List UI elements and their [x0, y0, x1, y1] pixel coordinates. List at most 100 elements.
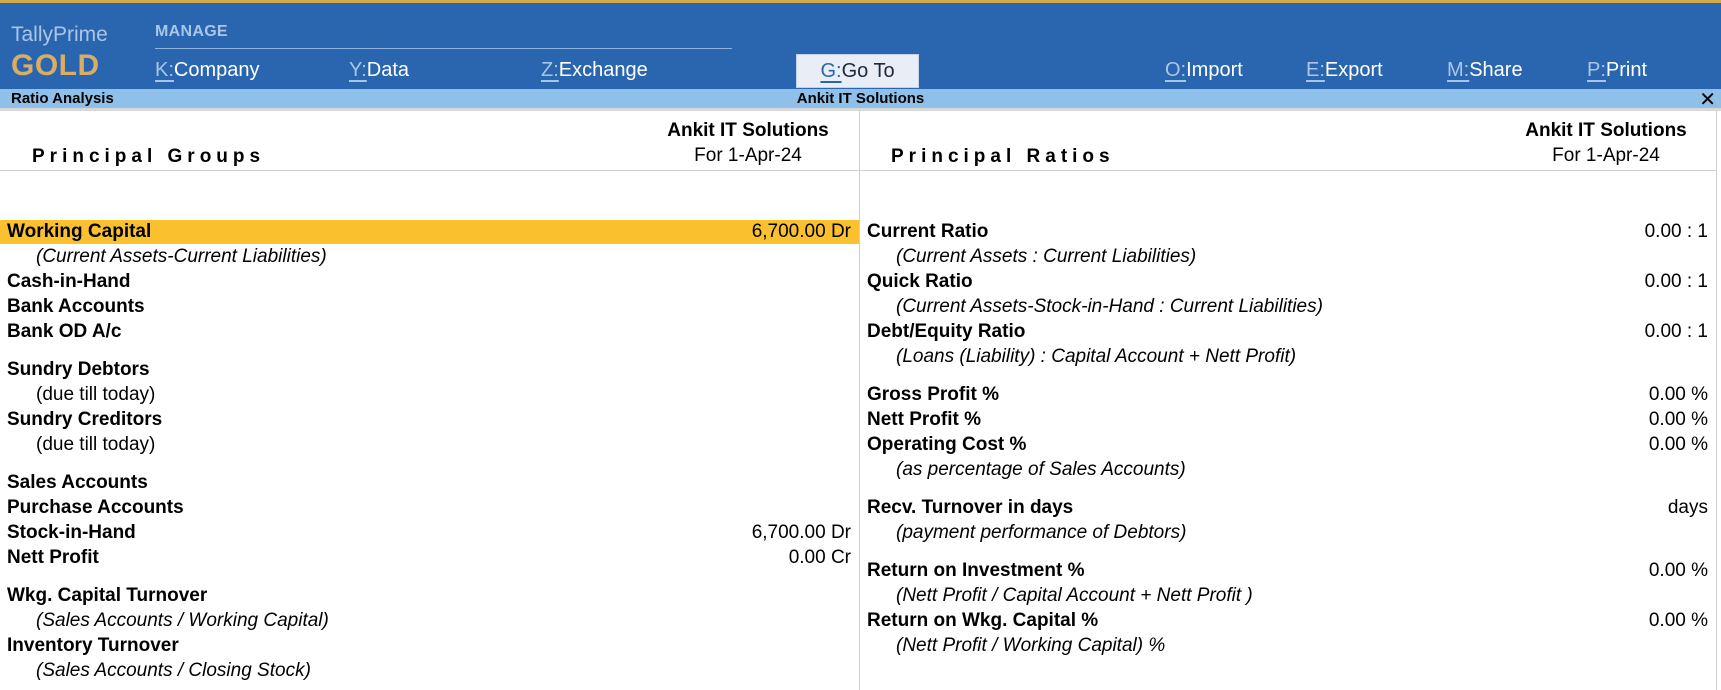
right-border: [1716, 111, 1717, 690]
row-label: Working Capital: [7, 221, 152, 242]
menu-export[interactable]: E:Export: [1306, 59, 1383, 82]
row-label: (Sales Accounts / Closing Stock): [36, 660, 311, 681]
row-return-on-investment[interactable]: Return on Investment % 0.00 %: [860, 559, 1716, 583]
row-label: Current Ratio: [867, 221, 989, 242]
row-bank-od[interactable]: Bank OD A/c: [0, 320, 859, 344]
row-value: 6,700.00 Dr: [751, 522, 851, 543]
product-edition: GOLD: [11, 49, 100, 82]
row-creditors-note: (due till today): [0, 433, 859, 457]
product-name: TallyPrime: [11, 23, 108, 46]
manage-section-label: MANAGE: [155, 23, 228, 40]
row-label: Wkg. Capital Turnover: [7, 585, 208, 606]
row-quick-ratio-formula: (Current Assets-Stock-in-Hand : Current …: [860, 295, 1716, 319]
goto-key: G:: [820, 60, 842, 82]
row-label: (due till today): [36, 384, 156, 405]
menu-share-label: Share: [1469, 59, 1523, 81]
menu-import[interactable]: O:Import: [1165, 59, 1243, 82]
row-label: Inventory Turnover: [7, 635, 179, 656]
row-label: (as percentage of Sales Accounts): [896, 459, 1186, 480]
row-label: Return on Investment %: [867, 560, 1085, 581]
row-label: Gross Profit %: [867, 384, 999, 405]
row-value: 0.00 %: [1648, 384, 1708, 405]
header-bottom-rule: [0, 170, 1716, 171]
row-value: 0.00 : 1: [1644, 271, 1708, 292]
row-label: (Sales Accounts / Working Capital): [36, 610, 329, 631]
row-wkg-capital-turnover[interactable]: Wkg. Capital Turnover: [0, 584, 859, 608]
row-value: 0.00 %: [1648, 610, 1708, 631]
left-panel-period: For 1-Apr-24: [694, 145, 802, 166]
menu-company-key: K:: [155, 59, 174, 81]
menu-export-label: Export: [1324, 59, 1383, 81]
row-label: Recv. Turnover in days: [867, 497, 1074, 518]
row-inventory-turnover[interactable]: Inventory Turnover: [0, 634, 859, 658]
row-label: Quick Ratio: [867, 271, 973, 292]
menu-exchange[interactable]: Z:Exchange: [541, 59, 648, 82]
menu-company-label: Company: [173, 59, 260, 81]
row-sundry-creditors[interactable]: Sundry Creditors: [0, 408, 859, 432]
row-sundry-debtors[interactable]: Sundry Debtors: [0, 358, 859, 382]
row-working-capital[interactable]: Working Capital 6,700.00 Dr: [0, 220, 859, 244]
row-purchase-accounts[interactable]: Purchase Accounts: [0, 496, 859, 520]
menu-import-key: O:: [1165, 59, 1187, 81]
row-value: 0.00 %: [1648, 409, 1708, 430]
row-current-ratio[interactable]: Current Ratio 0.00 : 1: [860, 220, 1716, 244]
row-recv-turnover[interactable]: Recv. Turnover in days days: [860, 496, 1716, 520]
row-operating-cost[interactable]: Operating Cost % 0.00 %: [860, 433, 1716, 457]
row-bank-accounts[interactable]: Bank Accounts: [0, 295, 859, 319]
report-title-bar: Ankit IT Solutions Ratio Analysis ✕: [0, 89, 1721, 111]
row-label: (Nett Profit / Working Capital) %: [896, 635, 1166, 656]
row-label: (payment performance of Debtors): [896, 522, 1187, 543]
row-value: 0.00 %: [1648, 434, 1708, 455]
row-label: Sundry Creditors: [7, 409, 163, 430]
row-label: (Current Assets-Stock-in-Hand : Current …: [896, 296, 1323, 317]
row-rowc-formula: (Nett Profit / Working Capital) %: [860, 634, 1716, 658]
row-wkg-capital-formula: (Sales Accounts / Working Capital): [0, 609, 859, 633]
row-value: 0.00 : 1: [1644, 321, 1708, 342]
menu-share[interactable]: M:Share: [1447, 59, 1523, 82]
row-debt-equity-ratio[interactable]: Debt/Equity Ratio 0.00 : 1: [860, 320, 1716, 344]
row-label: Sales Accounts: [7, 472, 148, 493]
menu-data[interactable]: Y:Data: [349, 59, 409, 82]
left-panel-company: Ankit IT Solutions: [667, 120, 829, 141]
row-gross-profit[interactable]: Gross Profit % 0.00 %: [860, 383, 1716, 407]
row-return-on-wkg-capital[interactable]: Return on Wkg. Capital % 0.00 %: [860, 609, 1716, 633]
menu-print[interactable]: P:Print: [1587, 59, 1647, 82]
manage-divider: [155, 48, 732, 49]
row-roi-formula: (Nett Profit / Capital Account + Nett Pr…: [860, 584, 1716, 608]
menu-import-label: Import: [1186, 59, 1243, 81]
row-working-capital-formula: (Current Assets-Current Liabilities): [0, 245, 859, 269]
menu-data-label: Data: [366, 59, 410, 81]
left-panel-title: Principal Groups: [32, 146, 266, 167]
row-inventory-formula: (Sales Accounts / Closing Stock): [0, 659, 859, 683]
report-title: Ratio Analysis: [11, 90, 114, 107]
row-label: (Current Assets : Current Liabilities): [896, 246, 1197, 267]
row-label: Operating Cost %: [867, 434, 1027, 455]
right-panel-company: Ankit IT Solutions: [1525, 120, 1687, 141]
menu-print-key: P:: [1587, 59, 1606, 81]
row-label: Nett Profit %: [867, 409, 981, 430]
row-value: days: [1667, 497, 1708, 518]
row-recv-turnover-note: (payment performance of Debtors): [860, 521, 1716, 545]
menu-export-key: E:: [1306, 59, 1325, 81]
report-body: Principal Groups Ankit IT Solutions For …: [0, 108, 1721, 690]
right-panel-title: Principal Ratios: [891, 146, 1115, 167]
row-nett-profit[interactable]: Nett Profit 0.00 Cr: [0, 546, 859, 570]
menu-exchange-key: Z:: [541, 59, 559, 81]
row-sales-accounts[interactable]: Sales Accounts: [0, 471, 859, 495]
row-operating-cost-formula: (as percentage of Sales Accounts): [860, 458, 1716, 482]
row-label: Purchase Accounts: [7, 497, 184, 518]
row-debtors-note: (due till today): [0, 383, 859, 407]
row-label: Stock-in-Hand: [7, 522, 136, 543]
titlebar-company: Ankit IT Solutions: [796, 90, 925, 107]
goto-button[interactable]: G:Go To: [796, 54, 919, 88]
row-stock-in-hand[interactable]: Stock-in-Hand 6,700.00 Dr: [0, 521, 859, 545]
row-quick-ratio[interactable]: Quick Ratio 0.00 : 1: [860, 270, 1716, 294]
goto-label: Go To: [841, 60, 895, 82]
menu-data-key: Y:: [349, 59, 367, 81]
row-label: (due till today): [36, 434, 156, 455]
row-nett-profit-pct[interactable]: Nett Profit % 0.00 %: [860, 408, 1716, 432]
menu-company[interactable]: K:Company: [155, 59, 260, 82]
header-top-border: [0, 108, 1721, 111]
row-current-ratio-formula: (Current Assets : Current Liabilities): [860, 245, 1716, 269]
row-cash-in-hand[interactable]: Cash-in-Hand: [0, 270, 859, 294]
